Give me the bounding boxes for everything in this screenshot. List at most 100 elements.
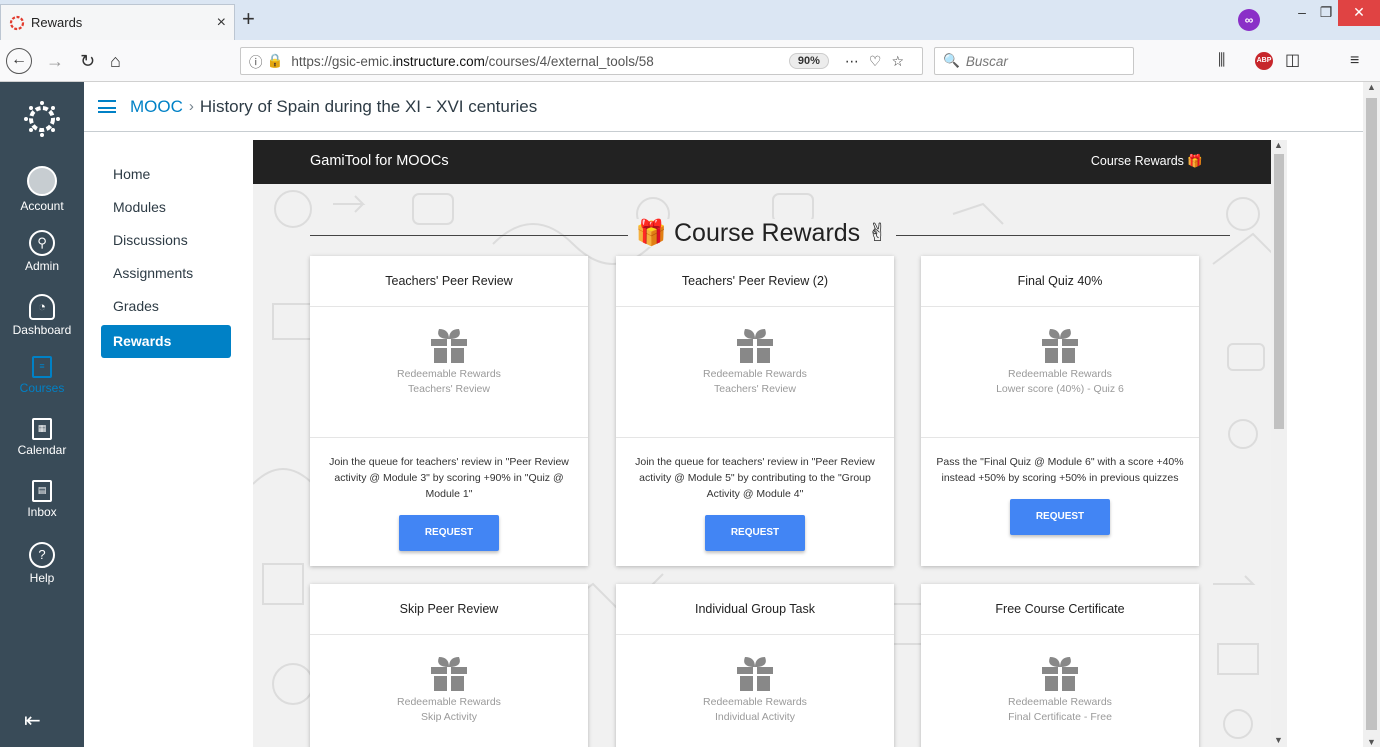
reward-card: Skip Peer Review Redeemable Rewards Skip… xyxy=(310,584,588,747)
request-button[interactable]: REQUEST xyxy=(399,515,499,551)
forward-arrow-icon[interactable]: → xyxy=(46,49,64,73)
reward-card-title: Free Course Certificate xyxy=(921,584,1199,635)
gamitool-header: GamiTool for MOOCs Course Rewards 🎁 xyxy=(253,140,1271,184)
pocket-icon[interactable]: ♡ xyxy=(869,53,892,70)
course-nav-modules[interactable]: Modules xyxy=(101,193,231,226)
global-nav-calendar[interactable]: ▦ Calendar xyxy=(0,418,84,457)
gift-icon: 🎁 xyxy=(635,219,668,247)
reward-card-title: Teachers' Peer Review (2) xyxy=(616,256,894,307)
frame-scrollbar[interactable]: ▲ ▼ xyxy=(1271,140,1287,747)
gamitool-brand[interactable]: GamiTool for MOOCs xyxy=(310,153,449,169)
gamitool-frame: GamiTool for MOOCs Course Rewards 🎁 🎁 Co… xyxy=(253,140,1271,747)
avatar-icon xyxy=(27,166,57,196)
global-nav-admin[interactable]: ⚲ Admin xyxy=(0,230,84,273)
library-icon[interactable]: ⫼ xyxy=(1218,50,1225,72)
info-icon[interactable]: ⓘ xyxy=(249,51,263,71)
canvas-logo-icon[interactable] xyxy=(23,100,61,138)
global-nav-dashboard[interactable]: ◔ Dashboard xyxy=(0,294,84,337)
gift-icon xyxy=(431,657,467,691)
address-bar[interactable]: ⓘ 🔒 https://gsic-emic.instructure.com/co… xyxy=(240,47,923,75)
window-close-button[interactable]: ✕ xyxy=(1338,0,1380,26)
reward-card-title: Skip Peer Review xyxy=(310,584,588,635)
course-navigation: Home Modules Discussions Assignments Gra… xyxy=(101,160,231,358)
browser-nav-bar: ← → ↻ ⌂ ⓘ 🔒 https://gsic-emic.instructur… xyxy=(0,40,1380,82)
window-minimize-button[interactable]: – xyxy=(1290,0,1314,26)
gift-icon xyxy=(737,329,773,363)
reward-card-body: Redeemable Rewards Teachers' Review xyxy=(616,327,894,438)
reward-card: Teachers' Peer Review Redeemable Rewards… xyxy=(310,256,588,566)
scroll-up-icon[interactable]: ▲ xyxy=(1367,82,1376,92)
global-nav-inbox[interactable]: ▤ Inbox xyxy=(0,480,84,519)
global-nav-help[interactable]: ? Help xyxy=(0,542,84,585)
adblock-icon[interactable]: ABP xyxy=(1255,52,1273,70)
browser-tab[interactable]: Rewards × xyxy=(0,4,235,40)
reward-subtitle: Final Certificate - Free xyxy=(1008,711,1112,723)
reward-card-footer: Join the queue for teachers' review in "… xyxy=(616,438,894,566)
window-maximize-button[interactable]: ❐ xyxy=(1314,0,1338,26)
gift-icon: 🎁 xyxy=(1187,154,1203,168)
reload-icon[interactable]: ↻ xyxy=(80,49,95,73)
reward-card-body: Redeemable Rewards Lower score (40%) - Q… xyxy=(921,327,1199,438)
reward-card: Teachers' Peer Review (2) Redeemable Rew… xyxy=(616,256,894,566)
dashboard-icon: ◔ xyxy=(29,294,55,320)
course-nav-rewards[interactable]: Rewards xyxy=(101,325,231,358)
book-icon: ≡ xyxy=(32,356,52,378)
collapse-nav-icon[interactable]: ⇤ xyxy=(24,708,41,733)
page-actions-icon[interactable]: ⋯ xyxy=(845,53,869,70)
reward-description: Join the queue for teachers' review in "… xyxy=(635,456,875,500)
page-scrollbar-thumb[interactable] xyxy=(1366,98,1377,730)
calendar-icon: ▦ xyxy=(32,418,52,440)
request-button[interactable]: REQUEST xyxy=(705,515,805,551)
sidebar-toggle-icon[interactable]: ◫ xyxy=(1285,50,1300,72)
bookmark-star-icon[interactable]: ☆ xyxy=(891,53,914,70)
inbox-icon: ▤ xyxy=(32,480,52,502)
search-input[interactable]: 🔍 Buscar xyxy=(934,47,1134,75)
course-nav-discussions[interactable]: Discussions xyxy=(101,226,231,259)
reward-card-title: Individual Group Task xyxy=(616,584,894,635)
zoom-level[interactable]: 90% xyxy=(788,53,829,69)
home-icon[interactable]: ⌂ xyxy=(110,49,121,73)
reward-category: Redeemable Rewards xyxy=(397,696,501,708)
search-icon: 🔍 xyxy=(943,53,960,68)
course-nav-home[interactable]: Home xyxy=(101,160,231,193)
course-nav-grades[interactable]: Grades xyxy=(101,292,231,325)
menu-icon[interactable]: ≡ xyxy=(1350,50,1359,72)
reward-description: Join the queue for teachers' review in "… xyxy=(329,456,569,500)
reward-card-footer: Pass the "Final Quiz @ Module 6" with a … xyxy=(921,438,1199,566)
request-button[interactable]: REQUEST xyxy=(1010,499,1110,535)
private-mask-icon[interactable]: ∞ xyxy=(1238,9,1260,31)
reward-category: Redeemable Rewards xyxy=(703,368,807,380)
gift-icon xyxy=(431,329,467,363)
reward-card: Final Quiz 40% Redeemable Rewards Lower … xyxy=(921,256,1199,566)
reward-card-body: Redeemable Rewards Skip Activity xyxy=(310,655,588,747)
back-arrow-icon[interactable]: ← xyxy=(6,48,32,74)
url-text: https://gsic-emic.instructure.com/course… xyxy=(291,53,654,69)
help-icon: ? xyxy=(29,542,55,568)
breadcrumb-course-link[interactable]: MOOC xyxy=(130,97,183,117)
canvas-favicon-icon xyxy=(9,15,25,30)
hand-peace-icon: ✌ xyxy=(867,219,889,247)
global-nav-courses[interactable]: ≡ Courses xyxy=(0,356,84,395)
reward-card-title: Final Quiz 40% xyxy=(921,256,1199,307)
breadcrumb: MOOC › History of Spain during the XI - … xyxy=(84,82,1364,132)
course-rewards-link[interactable]: Course Rewards 🎁 xyxy=(1091,154,1203,169)
course-nav-assignments[interactable]: Assignments xyxy=(101,259,231,292)
reward-card-body: Redeemable Rewards Final Certificate - F… xyxy=(921,655,1199,747)
reward-description: Pass the "Final Quiz @ Module 6" with a … xyxy=(936,456,1184,484)
reward-subtitle: Teachers' Review xyxy=(714,383,796,395)
tab-close-icon[interactable]: × xyxy=(217,14,226,32)
page-scrollbar[interactable]: ▲ ▼ xyxy=(1363,82,1380,747)
scroll-down-icon[interactable]: ▼ xyxy=(1367,737,1376,747)
reward-category: Redeemable Rewards xyxy=(397,368,501,380)
new-tab-button[interactable]: + xyxy=(242,8,255,30)
lock-icon[interactable]: 🔒 xyxy=(267,53,284,69)
hamburger-menu-icon[interactable] xyxy=(98,100,116,113)
frame-scrollbar-thumb[interactable] xyxy=(1274,154,1284,429)
breadcrumb-page: History of Spain during the XI - XVI cen… xyxy=(199,96,538,116)
browser-tab-bar: Rewards × + ∞ – ❐ ✕ xyxy=(0,0,1380,40)
reward-category: Redeemable Rewards xyxy=(1008,696,1112,708)
scroll-up-icon[interactable]: ▲ xyxy=(1274,140,1283,150)
global-navigation: Account ⚲ Admin ◔ Dashboard ≡ Courses ▦ … xyxy=(0,82,84,747)
global-nav-account[interactable]: Account xyxy=(0,166,84,213)
scroll-down-icon[interactable]: ▼ xyxy=(1274,735,1283,745)
